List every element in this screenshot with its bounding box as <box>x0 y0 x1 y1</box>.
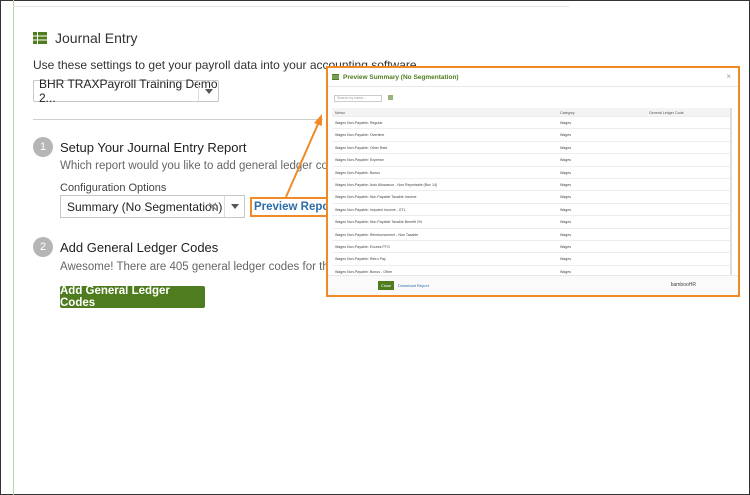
memo-cell: Wages Non-Payable: Non Payable Taxable B… <box>335 220 423 225</box>
memo-cell: Wages Non-Payable: Bonus <box>335 170 381 175</box>
table-row: Wages Non-Payable: Reimbursement - Non T… <box>332 229 730 241</box>
dialog-close-button[interactable]: Close <box>378 281 394 290</box>
memo-cell: Wages Non-Payable: Retro Pay <box>335 257 386 262</box>
table-row: Wages Non-Payable: Other Rate Wages <box>332 142 730 155</box>
memo-cell: Wages Non-Payable: Imputed Income - GTL <box>335 207 406 212</box>
column-header: Memo <box>335 110 345 115</box>
memo-cell: Wages Non-Payable: Regular <box>335 121 383 125</box>
filter-icon[interactable] <box>388 95 393 100</box>
dialog-search-input[interactable]: Search by name... <box>334 95 382 102</box>
memo-cell: Wages Non-Payable: Bonus - Other <box>335 269 393 274</box>
download-report-link[interactable]: Download Report <box>398 283 429 288</box>
table-row: Wages Non-Payable: Imputed Income - GTL W… <box>332 204 730 217</box>
table-row: Wages Non-Payable: Expense Wages <box>332 154 730 167</box>
category-cell: Wages <box>560 145 572 150</box>
table-icon <box>332 74 339 80</box>
table-row: Wages Non-Payable: Auto Allowance - Non … <box>332 179 730 192</box>
dialog-header: Preview Summary (No Segmentation) × <box>328 68 738 87</box>
category-cell: Wages <box>560 195 572 200</box>
table-header-row: Memo Category General Ledger Code <box>332 108 730 117</box>
memo-cell: Wages Non-Payable: Auto Allowance - Non … <box>335 182 438 187</box>
table-row: Wages Non-Payable: Non Payable Taxable B… <box>332 216 730 229</box>
preview-dialog: Preview Summary (No Segmentation) × Sear… <box>326 66 740 297</box>
category-cell: Wages <box>560 133 572 138</box>
table-row: Wages Non-Payable: Bonus Wages <box>332 167 730 179</box>
memo-cell: Wages Non-Payable: Excess PTO <box>335 244 390 249</box>
category-cell: Wages <box>560 182 572 187</box>
table-row: Wages Non-Payable: Excess PTO Wages <box>332 241 730 254</box>
table-row: Wages Non-Payable: Retro Pay Wages <box>332 253 730 266</box>
category-cell: Wages <box>560 170 572 175</box>
memo-cell: Wages Non-Payable: Other Rate <box>335 145 388 150</box>
category-cell: Wages <box>560 232 572 237</box>
table-row: Wages Non-Payable: Regular Wages <box>332 117 730 130</box>
category-cell: Wages <box>560 257 572 262</box>
table-row: Wages Non-Payable: Overtime Wages <box>332 129 730 142</box>
memo-cell: Wages Non-Payable: Reimbursement - Non T… <box>335 232 419 237</box>
memo-cell: Wages Non-Payable: Overtime <box>335 133 385 138</box>
category-cell: Wages <box>560 269 572 274</box>
dialog-scrollbar[interactable] <box>730 108 732 278</box>
column-header: General Ledger Code <box>649 110 684 115</box>
table-row: Wages Non-Payable: Non Payable Taxable I… <box>332 191 730 204</box>
category-cell: Wages <box>560 207 572 212</box>
dialog-footer: Close Download Report bambooHR <box>328 275 738 295</box>
memo-cell: Wages Non-Payable: Expense <box>335 158 384 163</box>
column-header: Category <box>560 110 575 115</box>
memo-cell: Wages Non-Payable: Non Payable Taxable I… <box>335 195 417 200</box>
close-icon[interactable]: × <box>726 72 731 81</box>
bamboohr-logo: bambooHR <box>670 282 696 288</box>
category-cell: Wages <box>560 220 572 225</box>
category-cell: Wages <box>560 158 572 163</box>
category-cell: Wages <box>560 121 572 125</box>
category-cell: Wages <box>560 244 572 249</box>
dialog-title: Preview Summary (No Segmentation) <box>343 73 459 81</box>
preview-table: Memo Category General Ledger Code Wages … <box>332 108 730 278</box>
